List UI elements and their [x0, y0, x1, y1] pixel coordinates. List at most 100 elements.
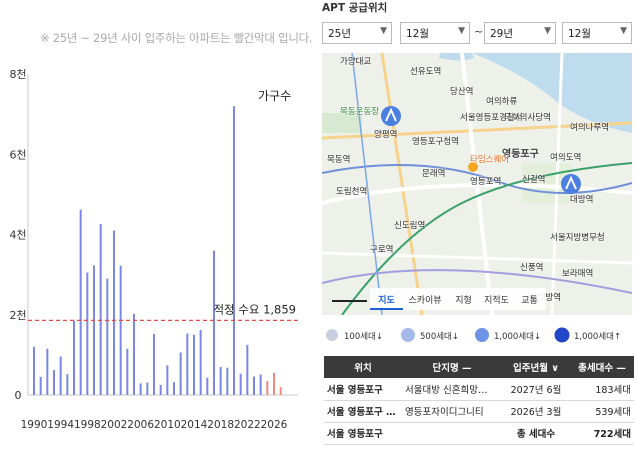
x-tick-label: 1998: [74, 419, 101, 431]
cell-households: 183세대: [570, 378, 634, 401]
map-label: 여의도역: [550, 153, 582, 163]
bar: [46, 348, 49, 395]
map-label: 도림천역: [336, 187, 368, 197]
bar: [273, 372, 275, 395]
pin-xlarge-icon: [554, 327, 570, 343]
map-tab-terrain[interactable]: 지형: [447, 288, 480, 310]
bar: [279, 386, 282, 395]
to-month-select[interactable]: 12월 ▼: [562, 22, 632, 44]
bar: [113, 230, 115, 395]
map-label: 보라매역: [562, 269, 594, 279]
cell-complex: 서울대방 신혼희망…: [402, 378, 502, 401]
bar: [253, 376, 255, 395]
bar: [139, 383, 142, 395]
map-label: 문래역: [422, 169, 446, 179]
bar: [153, 334, 155, 395]
map-label: 구로역: [370, 245, 394, 255]
bar: [66, 374, 69, 395]
cell-households: 539세대: [570, 400, 634, 423]
map-tab-cadastral[interactable]: 지적도: [480, 288, 513, 310]
bar: [226, 367, 229, 395]
bar: [266, 380, 269, 395]
chevron-down-icon: ▼: [620, 26, 627, 36]
from-month-value: 12월: [406, 28, 430, 40]
total-label: 총 세대수: [502, 422, 570, 445]
location-map[interactable]: 가양대교 당산역 선유도역 여의하류 국회의사당역 여의나루역 서울영등포경찰서 목동운동장 영…: [322, 53, 632, 315]
col-location: 위치: [324, 356, 402, 378]
y-tick-label: 0: [15, 389, 22, 402]
bar: [59, 356, 62, 395]
bar: [93, 265, 95, 395]
legend-label: 1,000세대↑: [574, 332, 622, 342]
bar: [99, 224, 102, 395]
map-label: 여의하류: [486, 97, 518, 107]
pin-legend: 100세대↓ 500세대↓ 1,000세대↓ 1,000세대↑: [322, 327, 636, 343]
bar: [213, 250, 215, 395]
table-row[interactable]: 서울 영등포구 서울대방 신혼희망… 2027년 6월 183세대: [324, 378, 634, 401]
total-households: 722세대: [570, 422, 634, 445]
x-tick-label: 2006: [127, 419, 154, 431]
map-label: 목동운동장: [340, 107, 380, 117]
map-label: 목동역: [327, 155, 351, 165]
bar: [186, 333, 189, 395]
apt-pin-icon[interactable]: [380, 105, 402, 131]
chevron-down-icon: ▼: [544, 26, 551, 36]
map-label: 신길역: [522, 175, 546, 185]
map-tab-skyview[interactable]: 스카이뷰: [403, 288, 447, 310]
bar: [239, 373, 242, 395]
col-complex[interactable]: 단지명 —: [402, 356, 502, 378]
map-label: 영등포구청역: [412, 137, 459, 147]
map-label: 선유도역: [410, 67, 442, 77]
x-tick-label: 1994: [47, 419, 74, 431]
col-movein[interactable]: 입주년월 ∨: [502, 356, 570, 378]
x-tick-label: 2002: [101, 419, 128, 431]
bar: [53, 370, 55, 395]
map-label: 여의나루역: [570, 123, 610, 133]
bar: [206, 377, 209, 395]
cell-movein: 2026년 3월: [502, 400, 570, 423]
cell-complex: [402, 422, 502, 445]
from-year-value: 25년: [328, 28, 352, 40]
cell-location: 서울 영등포구 …: [324, 400, 402, 423]
bar: [159, 384, 162, 395]
from-month-select[interactable]: 12월 ▼: [400, 22, 470, 44]
cell-location: 서울 영등포구: [324, 378, 402, 401]
bar: [119, 265, 122, 395]
bar: [193, 334, 195, 395]
map-label: 신풍역: [520, 263, 544, 273]
bar: [79, 209, 82, 395]
bar: [33, 346, 35, 395]
panel-title: APT 공급위치: [322, 2, 388, 14]
col-households[interactable]: 총세대수 —: [570, 356, 634, 378]
apt-supply-panel: APT 공급위치 25년 ▼ 12월 ▼ ~ 29년 ▼ 12월 ▼ 가양대교 …: [322, 0, 636, 458]
map-label: 신도림역: [394, 221, 426, 231]
bar: [106, 278, 109, 395]
pin-large-icon: [475, 328, 489, 342]
map-label: 서울영등포경찰서: [460, 113, 523, 123]
table-row[interactable]: 서울 영등포구 … 영등포자이디그니티 2026년 3월 539세대: [324, 400, 634, 423]
housing-supply-chart: 0 2천 4천 6천 8천 1990 1994 1998 2002 2006 2010 2014 201…: [0, 0, 318, 458]
bar: [86, 272, 89, 395]
legend-label: 100세대↓: [344, 332, 383, 342]
cell-complex: 영등포자이디그니티: [402, 400, 502, 423]
bar: [166, 365, 169, 395]
apt-pin-icon[interactable]: [560, 173, 582, 199]
map-tab-map[interactable]: 지도: [370, 288, 403, 310]
bar: [173, 382, 175, 395]
x-tick-label: 1990: [21, 419, 48, 431]
series-label: 가구수: [258, 89, 291, 103]
apt-table: 위치 단지명 — 입주년월 ∨ 총세대수 — 서울 영등포구 서울대방 신혼희망…: [324, 356, 634, 445]
cell-location: 서울 영등포구: [324, 422, 402, 445]
bar: [126, 348, 129, 395]
to-month-value: 12월: [568, 28, 592, 40]
to-year-select[interactable]: 29년 ▼: [484, 22, 556, 44]
map-tab-traffic[interactable]: 교통: [513, 288, 546, 310]
legend-label: 1,000세대↓: [494, 332, 542, 342]
reference-label: 적정 수요 1,859: [213, 302, 296, 316]
from-year-select[interactable]: 25년 ▼: [322, 22, 392, 44]
chevron-down-icon: ▼: [380, 26, 387, 36]
x-tick-label: 2022: [234, 419, 261, 431]
x-tick-label: 2010: [154, 419, 181, 431]
bar: [199, 329, 202, 395]
legend-label: 500세대↓: [420, 332, 459, 342]
